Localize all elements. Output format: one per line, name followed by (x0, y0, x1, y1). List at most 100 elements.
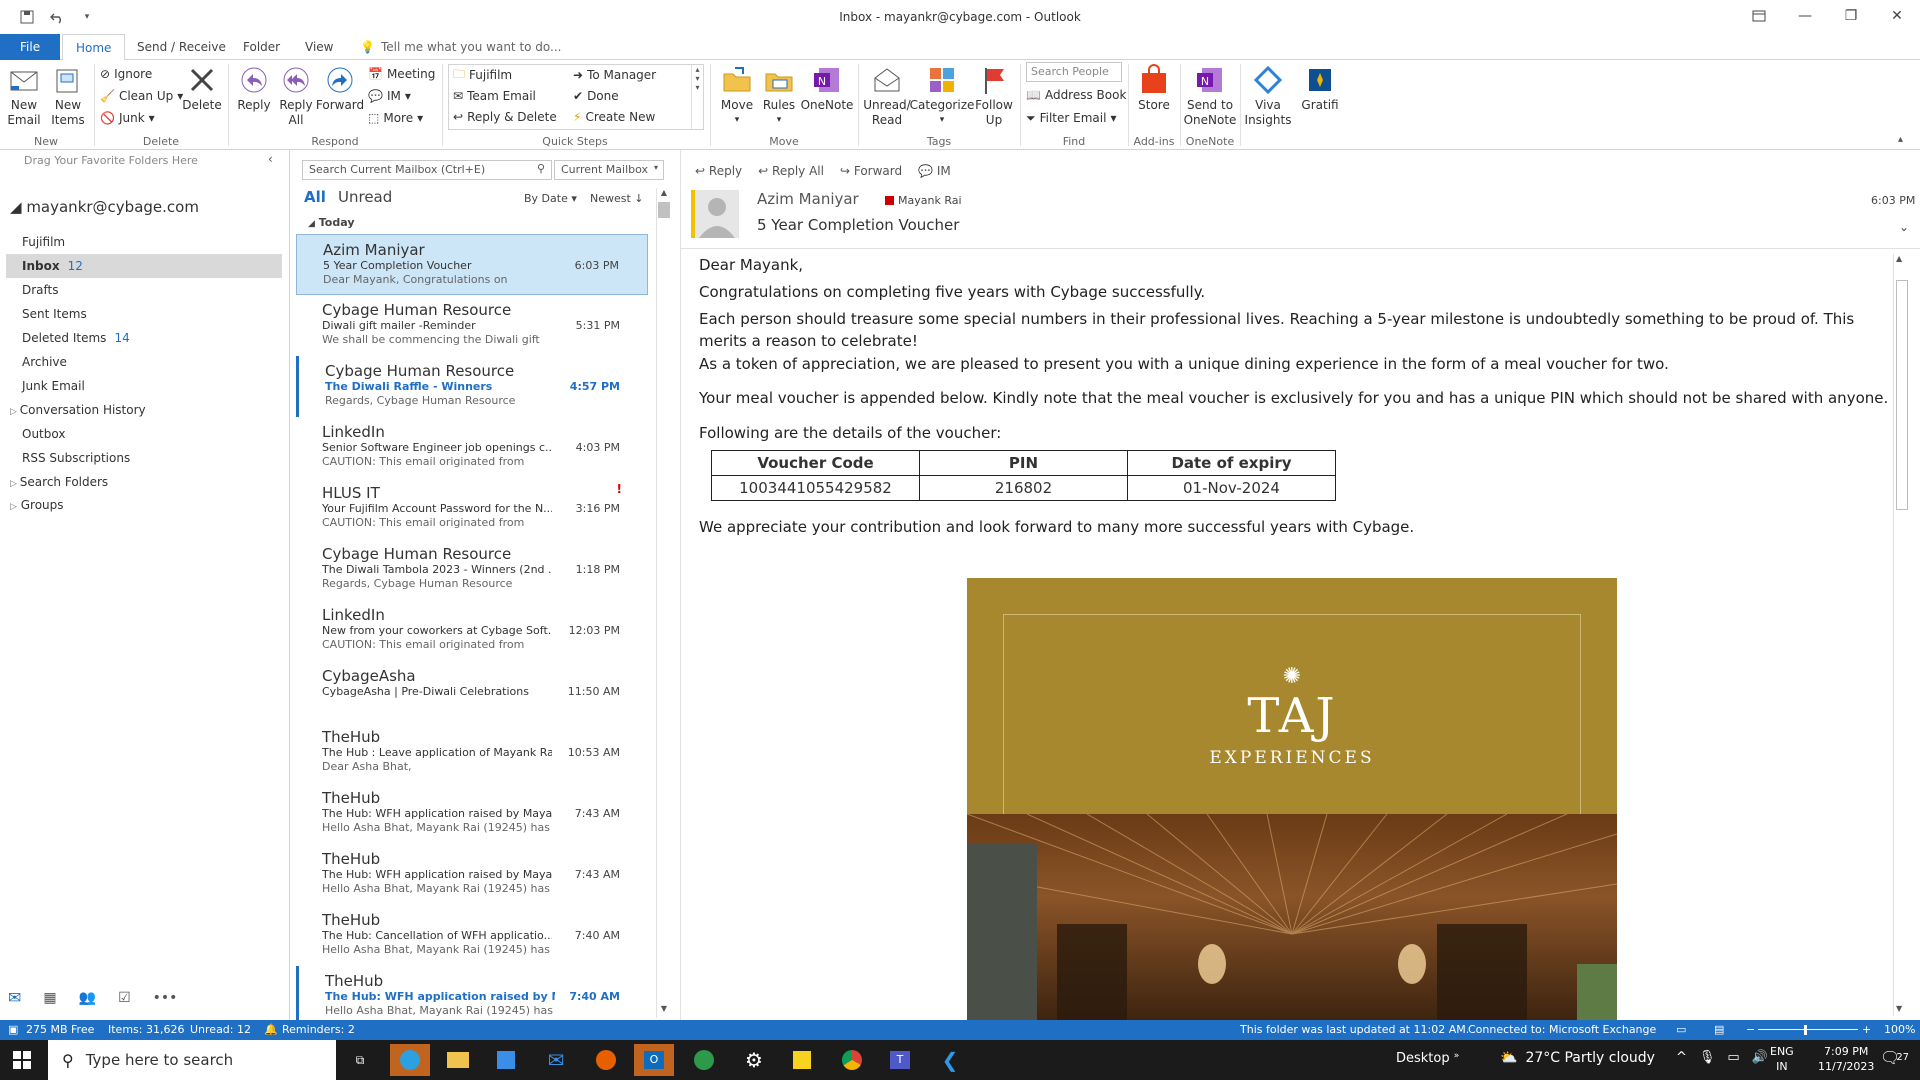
firefox-app-icon[interactable] (586, 1044, 626, 1076)
chrome-app-icon[interactable] (832, 1044, 872, 1076)
reading-view-icon[interactable]: ▤ (1714, 1023, 1724, 1036)
mail-item[interactable]: LinkedIn Senior Software Engineer job ope… (296, 417, 648, 478)
network-icon[interactable]: ▭ (1727, 1050, 1739, 1065)
follow-up-button[interactable]: Follow Up (974, 64, 1014, 128)
mail-item[interactable]: TheHub The Hub: WFH application raised by… (296, 783, 648, 844)
categorize-button[interactable]: Categorize ▾ (910, 64, 974, 128)
im-button[interactable]: 💬 IM ▾ (368, 86, 411, 106)
move-button[interactable]: Move ▾ (718, 64, 756, 128)
send-to-onenote-button[interactable]: N Send to OneNote (1184, 64, 1236, 128)
collapse-pane-icon[interactable]: ‹ (268, 152, 273, 166)
sort-order-button[interactable]: Newest ↓ (590, 192, 644, 205)
collapse-ribbon-icon[interactable]: ▴ (1898, 134, 1903, 145)
groups-header[interactable]: ▷ Groups (10, 498, 64, 512)
tab-file[interactable]: File (0, 34, 61, 60)
desktop-toolbar[interactable]: Desktop » (1396, 1051, 1459, 1066)
folder-fujifilm[interactable]: Fujifilm (0, 230, 282, 254)
sort-by-dropdown[interactable]: By Date ▾ (524, 192, 577, 205)
people-module-icon[interactable]: 👥 (79, 990, 96, 1006)
account-header[interactable]: ◢ mayankr@cybage.com (10, 198, 199, 216)
search-people-input[interactable]: Search People (1026, 62, 1122, 82)
folder-inbox[interactable]: Inbox 12 (6, 254, 282, 278)
folder-conversation-history[interactable]: ▷ Conversation History (0, 398, 282, 422)
reading-forward-button[interactable]: ↪ Forward (840, 164, 902, 178)
filter-email-button[interactable]: ⏷ Filter Email ▾ (1026, 108, 1116, 128)
file-explorer-icon[interactable] (438, 1044, 478, 1076)
mail-item[interactable]: Cybage Human Resource Diwali gift mailer … (296, 295, 648, 356)
store-button[interactable]: Store (1136, 64, 1172, 113)
vscode-app-icon[interactable]: ❮ (930, 1044, 970, 1076)
clock[interactable]: 7:09 PM 11/7/2023 (1818, 1044, 1874, 1074)
quick-steps-scroll[interactable]: ▴ ▾ ▾ (691, 65, 703, 129)
quick-step-create-new[interactable]: ⚡ Create New (573, 107, 655, 127)
quick-step-done[interactable]: ✔ Done (573, 86, 619, 106)
mail-item[interactable]: Azim Maniyar 5 Year Completion Voucher Dea… (296, 234, 648, 295)
mail-item[interactable]: Cybage Human Resource The Diwali Raffle -… (296, 356, 648, 417)
folder-deleted-items[interactable]: Deleted Items 14 (0, 326, 282, 350)
edge-app-icon[interactable] (390, 1044, 430, 1076)
expand-chevron-icon[interactable]: ▷ (10, 479, 20, 489)
folder-outbox[interactable]: Outbox (0, 422, 282, 446)
weather-widget[interactable]: ⛅ 27°C Partly cloudy (1500, 1050, 1655, 1066)
unread-read-button[interactable]: Unread/ Read (863, 64, 911, 128)
new-email-button[interactable]: New Email (6, 64, 42, 128)
search-scope-dropdown[interactable]: Current Mailbox ▾ (554, 160, 664, 180)
tell-me-box[interactable]: 💡 Tell me what you want to do... (360, 40, 562, 54)
onenote-move-button[interactable]: N OneNote (801, 64, 853, 113)
tasks-module-icon[interactable]: ☑ (118, 990, 131, 1006)
quick-step-fujifilm[interactable]: 🗀 Fujifilm (453, 65, 512, 85)
tab-send-receive[interactable]: Send / Receive (124, 34, 239, 60)
globe-app-icon[interactable] (684, 1044, 724, 1076)
tab-folder[interactable]: Folder (230, 34, 293, 60)
more-modules-icon[interactable]: ••• (153, 990, 178, 1006)
list-scrollbar[interactable]: ▲ ▼ (656, 188, 670, 1018)
mail-item[interactable]: Cybage Human Resource The Diwali Tambola … (296, 539, 648, 600)
mail-item[interactable]: LinkedIn New from your coworkers at Cybag… (296, 600, 648, 661)
mail-item[interactable]: CybageAsha CybageAsha | Pre-Diwali Celebr… (296, 661, 648, 722)
mail-item[interactable]: HLUS IT Your Fujifilm Account Password fo… (296, 478, 648, 539)
more-button[interactable]: ⬚ More ▾ (368, 108, 423, 128)
microphone-icon[interactable]: 🎙 (1699, 1050, 1716, 1065)
zoom-slider[interactable] (1758, 1029, 1858, 1030)
junk-button[interactable]: 🚫 Junk ▾ (100, 108, 155, 128)
ignore-button[interactable]: ⊘ Ignore (100, 64, 152, 84)
reading-scrollbar[interactable]: ▲ ▼ (1893, 254, 1909, 1016)
meeting-button[interactable]: 📅 Meeting (368, 64, 435, 84)
ribbon-display-icon[interactable] (1736, 0, 1782, 32)
tray-chevron-icon[interactable]: ^ (1676, 1050, 1687, 1065)
settings-app-icon[interactable]: ⚙ (734, 1044, 774, 1076)
address-book-button[interactable]: 📖 Address Book (1026, 85, 1126, 105)
expand-header-icon[interactable]: ⌄ (1899, 220, 1909, 234)
taskbar-search-box[interactable]: ⚲ Type here to search (48, 1040, 336, 1080)
mail-item[interactable]: TheHub The Hub : Leave application of May… (296, 722, 648, 783)
teams-app-icon[interactable]: T (880, 1044, 920, 1076)
reply-button[interactable]: Reply (236, 64, 272, 113)
quick-step-team-email[interactable]: ✉ Team Email (453, 86, 536, 106)
folder-archive[interactable]: Archive (0, 350, 282, 374)
reading-im-button[interactable]: 💬 IM (918, 164, 951, 178)
mail-item[interactable]: TheHub The Hub: Cancellation of WFH appli… (296, 905, 648, 966)
group-header-today[interactable]: ◢ Today (308, 216, 355, 229)
search-mailbox-input[interactable]: Search Current Mailbox (Ctrl+E) ⚲ (302, 160, 552, 180)
filter-all[interactable]: All (304, 188, 326, 206)
maximize-button[interactable]: ❐ (1828, 0, 1874, 32)
mail-item[interactable]: TheHub The Hub: WFH application raised by… (296, 966, 648, 1024)
zoom-slider-thumb[interactable] (1804, 1025, 1807, 1035)
gratifi-button[interactable]: Gratifi (1298, 64, 1342, 113)
reading-reply-all-button[interactable]: ↩ Reply All (758, 164, 824, 178)
zoom-in-icon[interactable]: + (1862, 1023, 1871, 1036)
folder-junk-email[interactable]: Junk Email (0, 374, 282, 398)
sender-name[interactable]: Azim Maniyar (757, 190, 859, 208)
rules-button[interactable]: Rules ▾ (760, 64, 798, 128)
tab-view[interactable]: View (292, 34, 346, 60)
task-view-icon[interactable]: ⧉ (340, 1044, 380, 1076)
mail-module-icon[interactable]: ✉ (8, 988, 21, 1007)
close-button[interactable]: ✕ (1874, 0, 1920, 32)
quick-step-reply-delete[interactable]: ↩ Reply & Delete (453, 107, 557, 127)
delete-button[interactable]: Delete (182, 64, 222, 113)
notification-center[interactable]: 🗨 27 (1880, 1048, 1909, 1067)
zoom-level[interactable]: 100% (1884, 1023, 1915, 1036)
reply-all-button[interactable]: Reply All (276, 64, 316, 128)
folder-sent-items[interactable]: Sent Items (0, 302, 282, 326)
outlook-app-icon[interactable]: O (634, 1044, 674, 1076)
